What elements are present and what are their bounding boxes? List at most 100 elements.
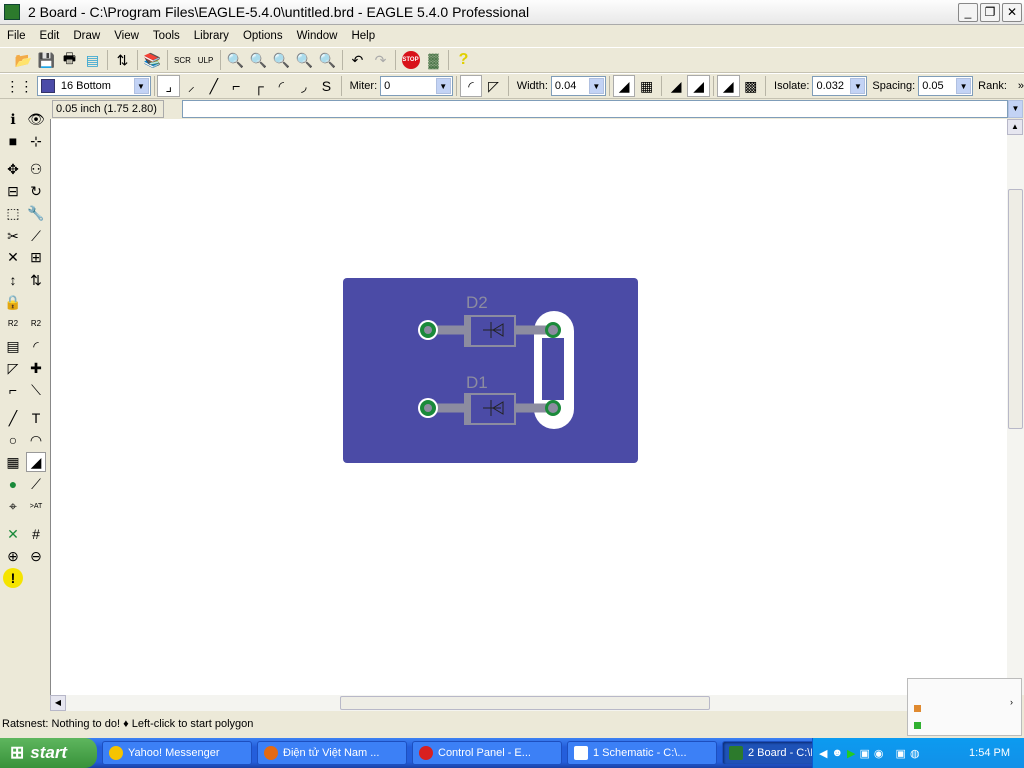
arc-icon[interactable]: ◠ (26, 430, 46, 450)
attribute-icon[interactable]: >AT (26, 496, 46, 516)
horizontal-scrollbar[interactable]: ◀ (50, 695, 1007, 711)
ratsnest-icon[interactable]: ✕ (3, 524, 23, 544)
help-icon[interactable]: ? (452, 49, 475, 71)
route-icon[interactable]: ✚ (26, 358, 46, 378)
ulp-icon[interactable]: ULP (194, 49, 217, 71)
bend-style-4-icon[interactable]: ┌ (248, 75, 271, 97)
menu-help[interactable]: Help (344, 30, 382, 42)
group-icon[interactable]: ⬚ (3, 203, 23, 223)
miter-straight-icon[interactable]: ◸ (482, 75, 505, 97)
via-icon[interactable]: ● (3, 474, 23, 494)
scroll-up-button[interactable]: ▲ (1007, 119, 1023, 135)
chevron-down-icon[interactable]: ▼ (956, 78, 972, 94)
yahoo-tray-icon[interactable]: ☻ (831, 747, 843, 759)
expand-arrow-icon[interactable]: › (1010, 697, 1013, 707)
chevron-down-icon[interactable]: ▼ (435, 78, 451, 94)
zoom-in-icon[interactable]: 🔍 (247, 49, 270, 71)
cam-icon[interactable]: ▤ (81, 49, 104, 71)
auto-icon[interactable]: # (26, 524, 46, 544)
chevron-down-icon[interactable]: ▼ (850, 78, 866, 94)
unikey-tray-icon[interactable]: ▣ (896, 747, 906, 760)
miter-select[interactable]: 0 ▼ (380, 76, 453, 96)
task-control-panel[interactable]: Control Panel - E... (412, 741, 562, 765)
miter-round-icon[interactable]: ◜ (459, 75, 483, 97)
pour-hatch-icon[interactable]: ▦ (635, 75, 658, 97)
split-icon[interactable]: ▤ (3, 336, 23, 356)
volume-tray-icon[interactable]: ◉ (874, 747, 884, 760)
open-icon[interactable]: 📂 (12, 49, 35, 71)
thermals-on-icon[interactable]: ◢ (665, 75, 688, 97)
menu-library[interactable]: Library (187, 30, 236, 42)
go-icon[interactable]: ▓ (422, 49, 445, 71)
vertical-scroll-thumb[interactable] (1008, 189, 1023, 429)
text-icon[interactable]: T (26, 408, 46, 428)
signal-icon[interactable]: ⟋ (26, 474, 46, 494)
menu-window[interactable]: Window (290, 30, 345, 42)
replace-icon[interactable]: ↕ (3, 270, 23, 290)
bend-style-6-icon[interactable]: ◞ (293, 75, 316, 97)
drc-icon[interactable]: ⊖ (26, 546, 46, 566)
grid-icon[interactable]: ⋮⋮ (5, 75, 33, 97)
task-schematic[interactable]: 1 Schematic - C:\... (567, 741, 717, 765)
errors-icon[interactable]: ! (3, 568, 23, 588)
orphans-off-icon[interactable]: ◢ (716, 75, 740, 97)
task-yahoo-messenger[interactable]: Yahoo! Messenger (102, 741, 252, 765)
circle-icon[interactable]: ○ (3, 430, 23, 450)
change-icon[interactable]: 🔧 (26, 203, 46, 223)
width-select[interactable]: 0.04 ▼ (550, 76, 606, 96)
miter-icon[interactable]: ◜ (26, 336, 46, 356)
zoom-out-icon[interactable]: 🔍 (270, 49, 293, 71)
board-schematic-icon[interactable]: ⇅ (111, 49, 134, 71)
close-button[interactable]: ✕ (1002, 3, 1022, 22)
maximize-button[interactable]: ❐ (980, 3, 1000, 22)
copy-icon[interactable]: ⚇ (26, 159, 46, 179)
thermals-off-icon[interactable]: ◢ (687, 75, 710, 97)
cut-icon[interactable]: ✂ (3, 226, 23, 246)
rotate-icon[interactable]: ↻ (26, 181, 46, 201)
info-icon[interactable]: ℹ (3, 109, 23, 129)
bend-style-0-icon[interactable]: ⌟ (157, 75, 181, 97)
task-firefox[interactable]: Điện tử Việt Nam ... (257, 741, 407, 765)
isolate-select[interactable]: 0.032 ▼ (812, 76, 868, 96)
bend-style-3-icon[interactable]: ⌐ (225, 75, 248, 97)
orphans-on-icon[interactable]: ▩ (740, 75, 763, 97)
command-history-dropdown[interactable]: ▼ (1008, 100, 1023, 118)
move-icon[interactable]: ✥ (3, 159, 23, 179)
undo-icon[interactable]: ↶ (346, 49, 369, 71)
zoom-redraw-icon[interactable]: 🔍 (293, 49, 316, 71)
paste-icon[interactable]: ⟋ (26, 226, 46, 246)
hole-icon[interactable]: ⌖ (3, 496, 23, 516)
toolbar-overflow-button[interactable]: » (1018, 80, 1024, 92)
wire-icon[interactable]: ╱ (3, 408, 23, 428)
network-tray-icon[interactable]: ▣ (860, 747, 870, 760)
vertical-scrollbar[interactable]: ▲ (1007, 119, 1024, 695)
library-icon[interactable]: 📚 (141, 49, 164, 71)
optimize-icon[interactable]: ◸ (3, 358, 23, 378)
mark-icon[interactable]: ⊹ (26, 131, 46, 151)
add-icon[interactable]: ⊞ (26, 247, 46, 267)
bend-style-7-icon[interactable]: S (315, 75, 338, 97)
display-layers-icon[interactable]: ■ (3, 131, 23, 151)
tray-collapse-icon[interactable]: ◀ (819, 747, 827, 760)
menu-edit[interactable]: Edit (33, 30, 67, 42)
antivirus-tray-icon[interactable]: ◍ (910, 747, 920, 760)
horizontal-scroll-thumb[interactable] (340, 696, 710, 710)
autorouter-wire-icon[interactable]: ⟍ (26, 380, 46, 400)
lock-icon[interactable]: 🔒 (3, 292, 23, 312)
save-icon[interactable]: 💾 (35, 49, 58, 71)
smash-icon[interactable]: ⇅ (26, 270, 46, 290)
menu-file[interactable]: File (0, 30, 33, 42)
stop-icon[interactable]: STOP (399, 49, 422, 71)
script-icon[interactable]: SCR (171, 49, 194, 71)
polygon-icon[interactable]: ◢ (26, 452, 46, 472)
command-input[interactable] (182, 100, 1008, 118)
chevron-down-icon[interactable]: ▼ (133, 78, 149, 94)
print-icon[interactable]: 🖶 (58, 49, 81, 71)
menu-options[interactable]: Options (236, 30, 290, 42)
scroll-left-button[interactable]: ◀ (50, 695, 66, 711)
play-tray-icon[interactable]: ▶ (847, 747, 855, 760)
minimize-button[interactable]: _ (958, 3, 978, 22)
menu-draw[interactable]: Draw (66, 30, 107, 42)
menu-tools[interactable]: Tools (146, 30, 187, 42)
name-icon[interactable]: R2 (3, 314, 23, 334)
